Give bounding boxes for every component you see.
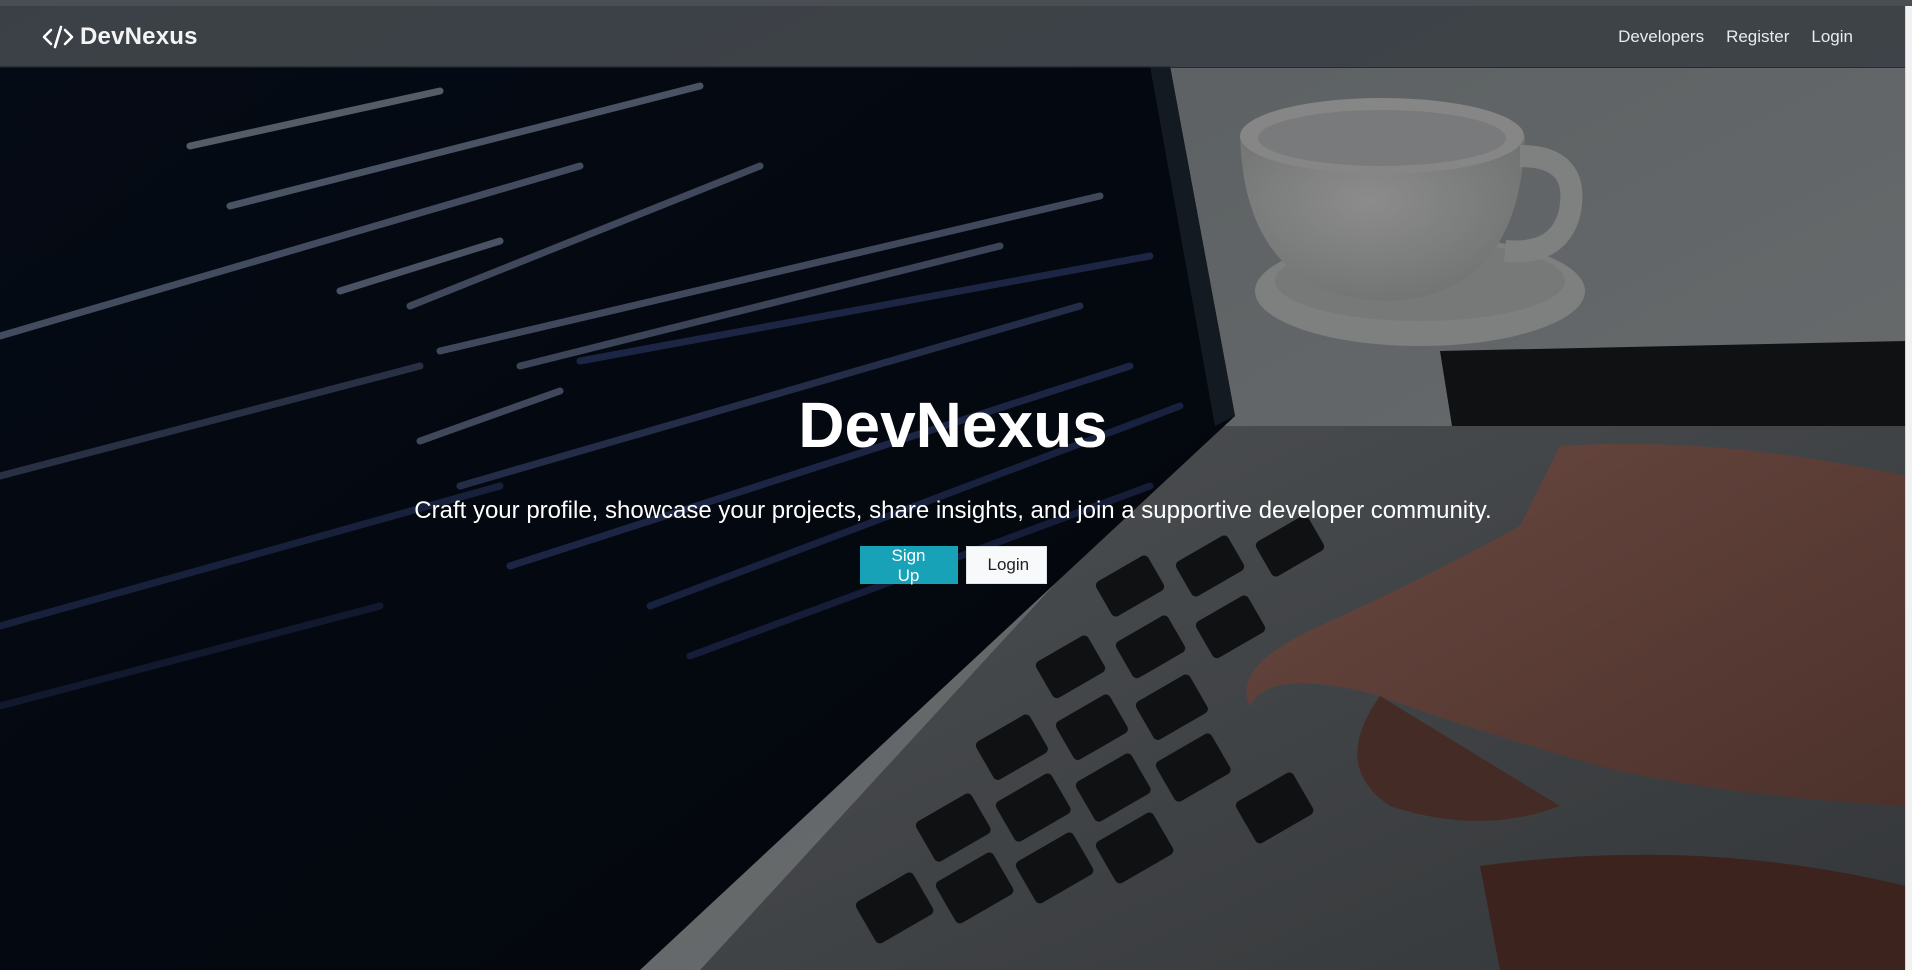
page-scrollbar[interactable] — [1905, 6, 1912, 970]
sign-up-button[interactable]: Sign Up — [859, 546, 958, 585]
hero-subtitle: Craft your profile, showcase your projec… — [414, 497, 1492, 524]
landing-page: DevNexus Developers Register Login DevNe… — [0, 0, 1912, 970]
hero-section: DevNexus Craft your profile, showcase yo… — [0, 6, 1906, 970]
login-button[interactable]: Login — [965, 546, 1047, 584]
hero-buttons: Sign Up Login — [0, 546, 1906, 585]
hero-title: DevNexus — [798, 389, 1108, 461]
